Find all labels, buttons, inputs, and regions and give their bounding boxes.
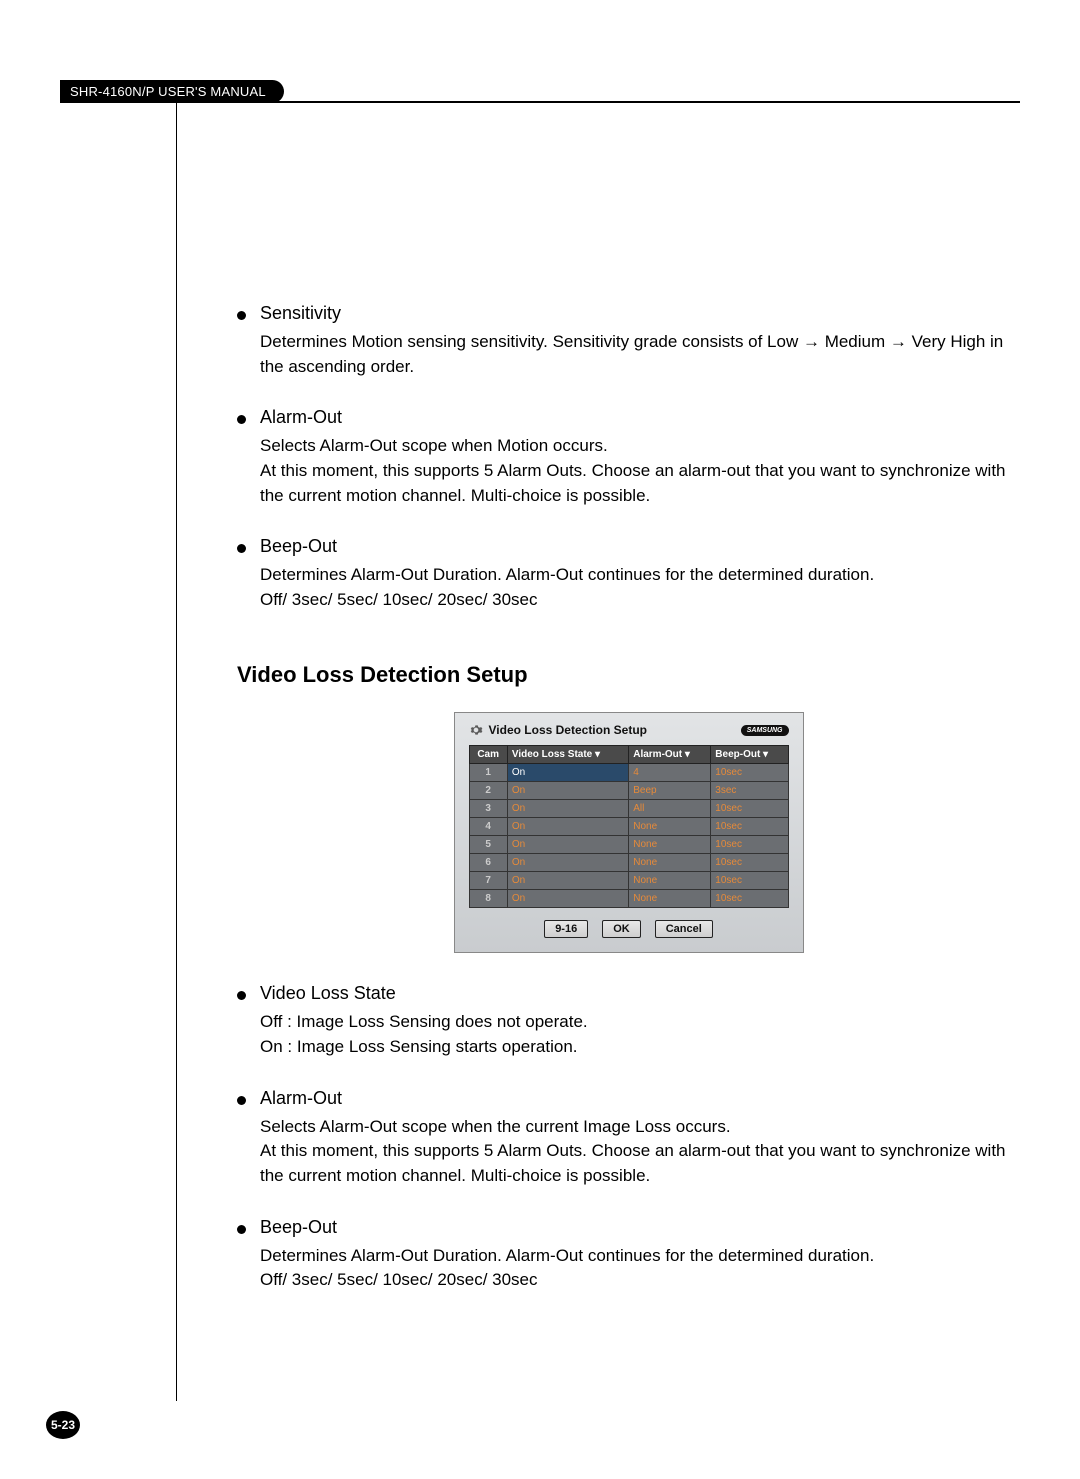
cell-cam[interactable]: 7 xyxy=(469,872,507,890)
bullet-dot-icon xyxy=(237,415,246,424)
dialog-title: Video Loss Detection Setup xyxy=(489,723,735,737)
table-row[interactable]: 3OnAll10sec xyxy=(469,800,788,818)
cell-beep[interactable]: 10sec xyxy=(711,818,788,836)
bullet-alarmout: Alarm-Out Selects Alarm-Out scope when M… xyxy=(237,407,1020,508)
gear-icon xyxy=(469,723,483,737)
bullet-body: Determines Alarm-Out Duration. Alarm-Out… xyxy=(260,563,1020,612)
cell-cam[interactable]: 2 xyxy=(469,782,507,800)
bullet-video-loss-state: Video Loss State Off : Image Loss Sensin… xyxy=(237,983,1020,1059)
col-alarm-out[interactable]: Alarm-Out ▾ xyxy=(629,746,711,764)
cell-cam[interactable]: 4 xyxy=(469,818,507,836)
col-cam[interactable]: Cam xyxy=(469,746,507,764)
cell-state[interactable]: On xyxy=(507,836,628,854)
bullet-body: Selects Alarm-Out scope when Motion occu… xyxy=(260,434,1020,508)
cell-state[interactable]: On xyxy=(507,872,628,890)
cell-state[interactable]: On xyxy=(507,764,628,782)
bullet-body: Off : Image Loss Sensing does not operat… xyxy=(260,1010,1020,1059)
bullet-body: Determines Motion sensing sensitivity. S… xyxy=(260,330,1020,379)
cell-state[interactable]: On xyxy=(507,818,628,836)
cell-cam[interactable]: 6 xyxy=(469,854,507,872)
bullet-body: Determines Alarm-Out Duration. Alarm-Out… xyxy=(260,1244,1020,1293)
col-video-loss-state[interactable]: Video Loss State ▾ xyxy=(507,746,628,764)
cell-beep[interactable]: 10sec xyxy=(711,890,788,908)
page-number-badge: 5-23 xyxy=(46,1411,80,1439)
bullet-body: Selects Alarm-Out scope when the current… xyxy=(260,1115,1020,1189)
bullet-head: Alarm-Out xyxy=(260,1088,342,1109)
table-row[interactable]: 1On410sec xyxy=(469,764,788,782)
section-title: Video Loss Detection Setup xyxy=(237,662,1020,688)
table-row[interactable]: 5OnNone10sec xyxy=(469,836,788,854)
cell-beep[interactable]: 10sec xyxy=(711,854,788,872)
bullet-head: Beep-Out xyxy=(260,1217,337,1238)
bullet-alarmout-2: Alarm-Out Selects Alarm-Out scope when t… xyxy=(237,1088,1020,1189)
cancel-button[interactable]: Cancel xyxy=(655,920,713,938)
cell-beep[interactable]: 3sec xyxy=(711,782,788,800)
cell-state[interactable]: On xyxy=(507,800,628,818)
cell-state[interactable]: On xyxy=(507,782,628,800)
page-header: SHR-4160N/P USER'S MANUAL xyxy=(60,80,1020,103)
bullet-dot-icon xyxy=(237,1225,246,1234)
video-loss-table: Cam Video Loss State ▾ Alarm-Out ▾ Beep-… xyxy=(469,745,789,908)
table-row[interactable]: 4OnNone10sec xyxy=(469,818,788,836)
cell-alarm[interactable]: 4 xyxy=(629,764,711,782)
bullet-dot-icon xyxy=(237,1096,246,1105)
bullet-beepout-2: Beep-Out Determines Alarm-Out Duration. … xyxy=(237,1217,1020,1293)
cell-state[interactable]: On xyxy=(507,854,628,872)
cell-cam[interactable]: 8 xyxy=(469,890,507,908)
cell-beep[interactable]: 10sec xyxy=(711,800,788,818)
cell-cam[interactable]: 3 xyxy=(469,800,507,818)
bullet-head: Sensitivity xyxy=(260,303,341,324)
video-loss-setup-dialog: Video Loss Detection Setup SAMSUNG Cam V… xyxy=(454,712,804,953)
manual-page: SHR-4160N/P USER'S MANUAL Sensitivity De… xyxy=(0,0,1080,1479)
cell-alarm[interactable]: None xyxy=(629,872,711,890)
bullet-sensitivity: Sensitivity Determines Motion sensing se… xyxy=(237,303,1020,379)
cell-beep[interactable]: 10sec xyxy=(711,836,788,854)
cell-cam[interactable]: 1 xyxy=(469,764,507,782)
bullet-head: Beep-Out xyxy=(260,536,337,557)
col-beep-out[interactable]: Beep-Out ▾ xyxy=(711,746,788,764)
cell-alarm[interactable]: None xyxy=(629,854,711,872)
cell-alarm[interactable]: None xyxy=(629,818,711,836)
ok-button[interactable]: OK xyxy=(602,920,641,938)
cell-alarm[interactable]: None xyxy=(629,836,711,854)
bullet-dot-icon xyxy=(237,544,246,553)
cell-state[interactable]: On xyxy=(507,890,628,908)
cell-beep[interactable]: 10sec xyxy=(711,872,788,890)
content-area: Sensitivity Determines Motion sensing se… xyxy=(176,103,1020,1401)
brand-logo: SAMSUNG xyxy=(741,725,789,736)
table-row[interactable]: 7OnNone10sec xyxy=(469,872,788,890)
manual-title: SHR-4160N/P USER'S MANUAL xyxy=(60,80,284,103)
cell-alarm[interactable]: Beep xyxy=(629,782,711,800)
dialog-titlebar: Video Loss Detection Setup SAMSUNG xyxy=(469,723,789,737)
cell-alarm[interactable]: All xyxy=(629,800,711,818)
table-row[interactable]: 6OnNone10sec xyxy=(469,854,788,872)
bullet-dot-icon xyxy=(237,991,246,1000)
bullet-dot-icon xyxy=(237,311,246,320)
table-row[interactable]: 2OnBeep3sec xyxy=(469,782,788,800)
cell-beep[interactable]: 10sec xyxy=(711,764,788,782)
cell-cam[interactable]: 5 xyxy=(469,836,507,854)
cell-alarm[interactable]: None xyxy=(629,890,711,908)
bullet-head: Alarm-Out xyxy=(260,407,342,428)
dialog-button-row: 9-16 OK Cancel xyxy=(469,920,789,938)
table-row[interactable]: 8OnNone10sec xyxy=(469,890,788,908)
range-button[interactable]: 9-16 xyxy=(544,920,588,938)
bullet-beepout: Beep-Out Determines Alarm-Out Duration. … xyxy=(237,536,1020,612)
bullet-head: Video Loss State xyxy=(260,983,396,1004)
